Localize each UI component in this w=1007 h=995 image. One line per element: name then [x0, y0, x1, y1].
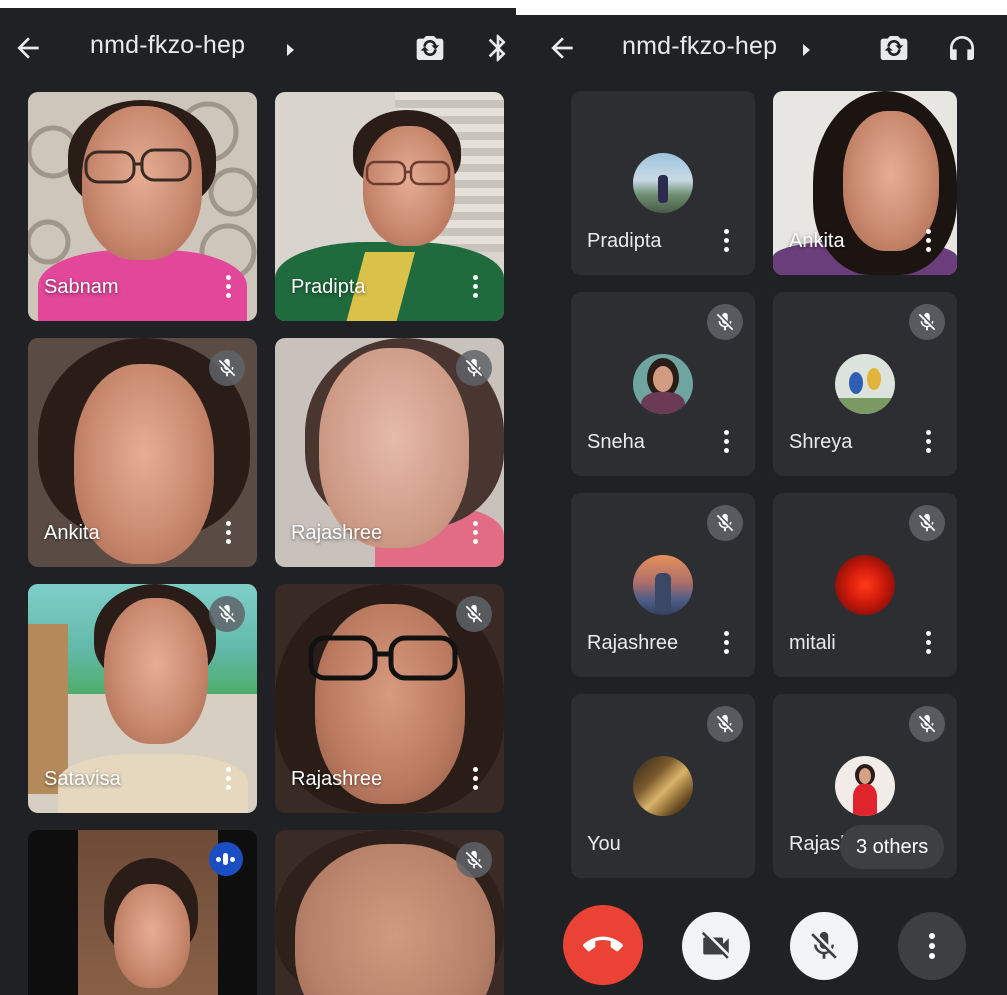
meeting-title[interactable]: nmd-fkzo-hep [622, 32, 777, 61]
participant-tile-rajashree[interactable]: Rajashree [571, 493, 755, 677]
participant-tile-ankita[interactable]: Ankita [28, 338, 257, 567]
more-vert-icon[interactable] [225, 767, 231, 791]
call-end-icon [583, 936, 623, 952]
face [104, 598, 208, 744]
mic-off-icon [456, 350, 492, 386]
participant-tile-speaking[interactable] [28, 830, 257, 995]
more-vert-icon[interactable] [472, 275, 478, 299]
mic-off-icon [909, 304, 945, 340]
participant-name: mitali [789, 632, 836, 654]
back-arrow-icon[interactable] [546, 32, 578, 64]
participant-tile-rajashree-1[interactable]: Rajashree [275, 338, 504, 567]
participant-tile-sabnam[interactable]: Sabnam [28, 92, 257, 321]
videocam-off-icon [701, 931, 729, 959]
mic-toggle-button[interactable] [790, 912, 858, 980]
face [319, 348, 469, 548]
participant-tile-pradipta[interactable]: Pradipta [571, 91, 755, 275]
more-vert-icon[interactable] [225, 521, 231, 545]
avatar-gold-abstract-photo [633, 756, 693, 816]
participant-tile-you[interactable]: You [571, 694, 755, 878]
right-meet-screen: nmd-fkzo-hep Pradipta Ankita Sneha Shrey… [516, 15, 1007, 995]
more-vert-icon[interactable] [723, 229, 729, 253]
mic-off-icon [909, 505, 945, 541]
others-button[interactable]: 3 others [840, 825, 945, 869]
participant-name: Rajashree [291, 768, 383, 790]
switch-camera-icon[interactable] [414, 32, 446, 64]
mic-off-icon [209, 350, 245, 386]
left-top-bar: nmd-fkzo-hep [0, 8, 516, 78]
participant-tile-shreya[interactable]: Shreya [773, 292, 957, 476]
participant-tile-ankita[interactable]: Ankita [773, 91, 957, 275]
participant-name: Pradipta [587, 230, 662, 252]
mic-off-icon [811, 931, 837, 959]
mic-off-icon [707, 706, 743, 742]
mic-off-icon [707, 505, 743, 541]
mic-off-icon [909, 706, 945, 742]
avatar-girl-red-dress-photo [835, 756, 895, 816]
participant-tile-rajashree-2[interactable]: Rajashree [275, 584, 504, 813]
bluetooth-icon[interactable] [482, 32, 514, 64]
participant-name: Shreya [789, 431, 853, 453]
mic-off-icon [456, 596, 492, 632]
more-vert-icon [929, 933, 935, 959]
caret-right-icon[interactable] [287, 44, 294, 56]
participant-name: Rajashree [291, 522, 383, 544]
speaking-indicator-icon [209, 842, 243, 876]
avatar-birds-photo [835, 354, 895, 414]
more-vert-icon[interactable] [723, 430, 729, 454]
more-vert-icon[interactable] [472, 521, 478, 545]
avatar-statue-sunset-photo [633, 555, 693, 615]
more-vert-icon[interactable] [723, 631, 729, 655]
back-arrow-icon[interactable] [12, 32, 44, 64]
more-vert-icon[interactable] [925, 430, 931, 454]
avatar-red-flower-photo [835, 555, 895, 615]
participant-tile-sneha[interactable]: Sneha [571, 292, 755, 476]
more-options-button[interactable] [898, 912, 966, 980]
participant-name: Satavisa [44, 768, 121, 790]
caret-right-icon[interactable] [803, 44, 810, 56]
participant-name: Sabnam [44, 276, 119, 298]
switch-camera-icon[interactable] [878, 32, 910, 64]
more-vert-icon[interactable] [225, 275, 231, 299]
face [114, 884, 190, 988]
more-vert-icon[interactable] [472, 767, 478, 791]
participant-name: Pradipta [291, 276, 366, 298]
right-top-bar: nmd-fkzo-hep [516, 15, 1007, 85]
mic-off-icon [456, 842, 492, 878]
avatar-portrait-photo [633, 354, 693, 414]
more-vert-icon[interactable] [925, 631, 931, 655]
more-vert-icon[interactable] [925, 229, 931, 253]
meeting-title[interactable]: nmd-fkzo-hep [90, 31, 245, 60]
participant-name: You [587, 833, 621, 855]
mic-off-icon [209, 596, 245, 632]
left-meet-screen: nmd-fkzo-hep Sabnam Pradipta Ankita Raja… [0, 8, 516, 995]
participant-name: Rajashree [587, 632, 679, 654]
participant-tile-satavisa[interactable]: Satavisa [28, 584, 257, 813]
mic-off-icon [707, 304, 743, 340]
headphones-icon[interactable] [946, 32, 978, 64]
participant-tile-pradipta[interactable]: Pradipta [275, 92, 504, 321]
participant-name: Sneha [587, 431, 645, 453]
avatar-landscape-photo [633, 153, 693, 213]
participant-tile-partial[interactable] [275, 830, 504, 995]
participant-name: Ankita [44, 522, 100, 544]
participant-name: Ankita [789, 230, 845, 252]
participant-tile-mitali[interactable]: mitali [773, 493, 957, 677]
camera-toggle-button[interactable] [682, 912, 750, 980]
end-call-button[interactable] [563, 905, 643, 985]
